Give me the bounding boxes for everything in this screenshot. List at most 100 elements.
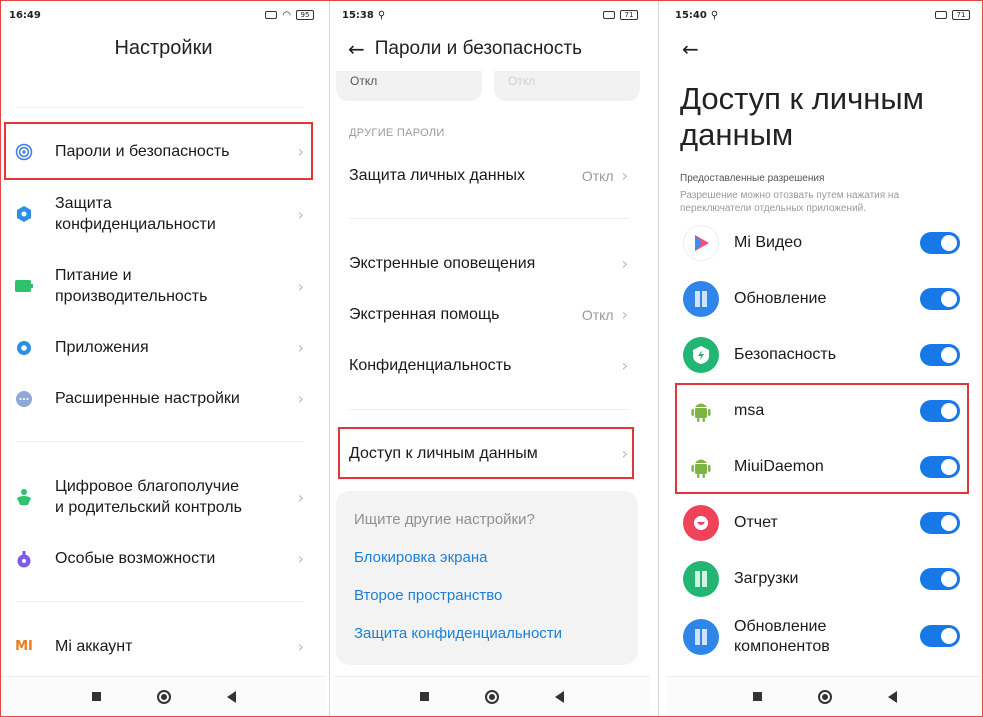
link-privacy-protection[interactable]: Защита конфиденциальности: [354, 625, 562, 642]
section-header: ДРУГИЕ ПАРОЛИ: [349, 127, 445, 139]
permission-toggle[interactable]: [920, 232, 960, 254]
battery-indicator: 95: [296, 10, 314, 20]
status-bar: 16:49 ◠ 95: [9, 7, 314, 23]
chevron-right-icon: ›: [621, 166, 628, 185]
permission-toggle[interactable]: [920, 512, 960, 534]
status-bar: 15:40 ⚲ 71: [675, 7, 970, 23]
wellbeing-icon: [15, 488, 33, 506]
link-lock-screen[interactable]: Блокировка экрана: [354, 549, 487, 566]
navigation-bar: [334, 676, 650, 716]
app-row-downloads: Загрузки: [667, 561, 982, 597]
page-title: Пароли и безопасность: [374, 38, 582, 59]
sim-icon: [935, 11, 947, 19]
back-button[interactable]: [887, 690, 897, 703]
passwords-security-screen: 15:38 ⚲ 71 ← Пароли и безопасность Откл …: [334, 1, 650, 716]
highlight-box: [338, 427, 634, 479]
settings-item-privacy[interactable]: Защита конфиденциальности ›: [1, 193, 326, 235]
item-label: Расширенные настройки: [55, 390, 240, 407]
app-row-security: Безопасность: [667, 337, 982, 373]
item-label: Mi аккаунт: [55, 638, 133, 655]
security-icon: [683, 337, 719, 373]
lock-option-card[interactable]: Откл: [494, 71, 640, 101]
settings-screen: 16:49 ◠ 95 Настройки Пароли и безопаснос…: [1, 1, 326, 716]
item-label: Питание и производительность: [55, 267, 208, 305]
chevron-right-icon: ›: [621, 356, 628, 375]
app-row-updater: Обновление: [667, 281, 982, 317]
chevron-right-icon: ›: [297, 389, 304, 408]
permission-toggle[interactable]: [920, 568, 960, 590]
page-title: Доступ к личным данным: [680, 81, 924, 152]
divider: [349, 409, 628, 410]
accessibility-icon: [15, 550, 33, 568]
settings-item-emergency-sos[interactable]: Экстренная помощь Откл ›: [349, 305, 628, 324]
gear-icon: [15, 339, 33, 357]
settings-item-accessibility[interactable]: Особые возможности ›: [1, 548, 326, 569]
component-updater-icon: [683, 619, 719, 655]
item-value: Откл: [581, 306, 614, 323]
status-time: 16:49: [9, 9, 41, 21]
divider: [15, 441, 304, 442]
sim-icon: [265, 11, 278, 19]
app-row-report: Отчет: [667, 505, 982, 541]
back-button[interactable]: [226, 690, 236, 703]
item-label: Защита личных данных: [349, 166, 525, 184]
back-arrow-icon[interactable]: ←: [348, 37, 365, 61]
mi-logo-icon: MI: [15, 639, 33, 654]
item-label: Защита конфиденциальности: [55, 195, 216, 233]
page-title: Настройки: [114, 37, 213, 59]
navigation-bar: [667, 676, 982, 716]
header: ← Пароли и безопасность: [348, 37, 582, 61]
panel-separator: [329, 1, 330, 716]
app-row-component-updater: Обновление компонентов: [667, 617, 982, 657]
chevron-right-icon: ›: [297, 276, 304, 296]
settings-item-apps[interactable]: Приложения ›: [1, 337, 326, 358]
search-prompt: Ищите другие настройки?: [354, 511, 535, 528]
chevron-right-icon: ›: [297, 549, 304, 568]
recents-button[interactable]: [752, 692, 762, 701]
app-name: Отчет: [734, 514, 778, 531]
settings-item-wellbeing[interactable]: Цифровое благополучие и родительский кон…: [1, 476, 326, 518]
item-label: Особые возможности: [55, 550, 216, 567]
settings-item-battery[interactable]: Питание и производительность ›: [1, 265, 326, 307]
divider: [15, 107, 304, 108]
settings-item-mi-account[interactable]: MI Mi аккаунт ›: [1, 636, 326, 657]
back-arrow-icon[interactable]: ←: [682, 37, 699, 61]
app-name: Mi Видео: [734, 234, 803, 251]
link-second-space[interactable]: Второе пространство: [354, 587, 502, 604]
recents-button[interactable]: [91, 692, 101, 701]
privacy-shield-icon: [15, 205, 33, 223]
app-row-mi-video: Mi Видео: [667, 225, 982, 261]
mi-video-icon: [683, 225, 719, 261]
status-bar: 15:38 ⚲ 71: [342, 7, 638, 23]
chevron-right-icon: ›: [297, 487, 304, 507]
status-time: 15:38: [342, 9, 374, 21]
settings-item-emergency-alerts[interactable]: Экстренные оповещения ›: [349, 254, 628, 273]
permissions-header: Предоставленные разрешения: [680, 173, 825, 184]
recents-button[interactable]: [420, 692, 429, 701]
app-name: Обновление: [734, 290, 827, 307]
chevron-right-icon: ›: [621, 305, 628, 324]
chevron-right-icon: ›: [297, 637, 304, 656]
chevron-right-icon: ›: [297, 338, 304, 357]
home-button[interactable]: [156, 689, 171, 704]
settings-item-privacy[interactable]: Конфиденциальность ›: [349, 356, 628, 375]
pill-value: Откл: [508, 74, 536, 88]
back-button[interactable]: [555, 690, 564, 703]
app-name: Загрузки: [734, 570, 799, 587]
permission-toggle[interactable]: [920, 288, 960, 310]
downloads-icon: [683, 561, 719, 597]
location-icon: ⚲: [710, 9, 719, 21]
updater-icon: [683, 281, 719, 317]
home-button[interactable]: [485, 689, 499, 704]
permission-toggle[interactable]: [920, 344, 960, 366]
item-value: Откл: [581, 167, 614, 184]
battery-indicator: 71: [620, 10, 638, 20]
home-button[interactable]: [817, 689, 832, 704]
report-icon: [683, 505, 719, 541]
search-suggestions-card: Ищите другие настройки? Блокировка экран…: [336, 491, 638, 665]
item-label: Конфиденциальность: [349, 356, 512, 374]
permission-toggle[interactable]: [920, 625, 960, 647]
lock-option-card[interactable]: Откл: [336, 71, 482, 101]
settings-item-privacy-protection[interactable]: Защита личных данных Откл ›: [349, 166, 628, 185]
settings-item-advanced[interactable]: Расширенные настройки ›: [1, 388, 326, 409]
